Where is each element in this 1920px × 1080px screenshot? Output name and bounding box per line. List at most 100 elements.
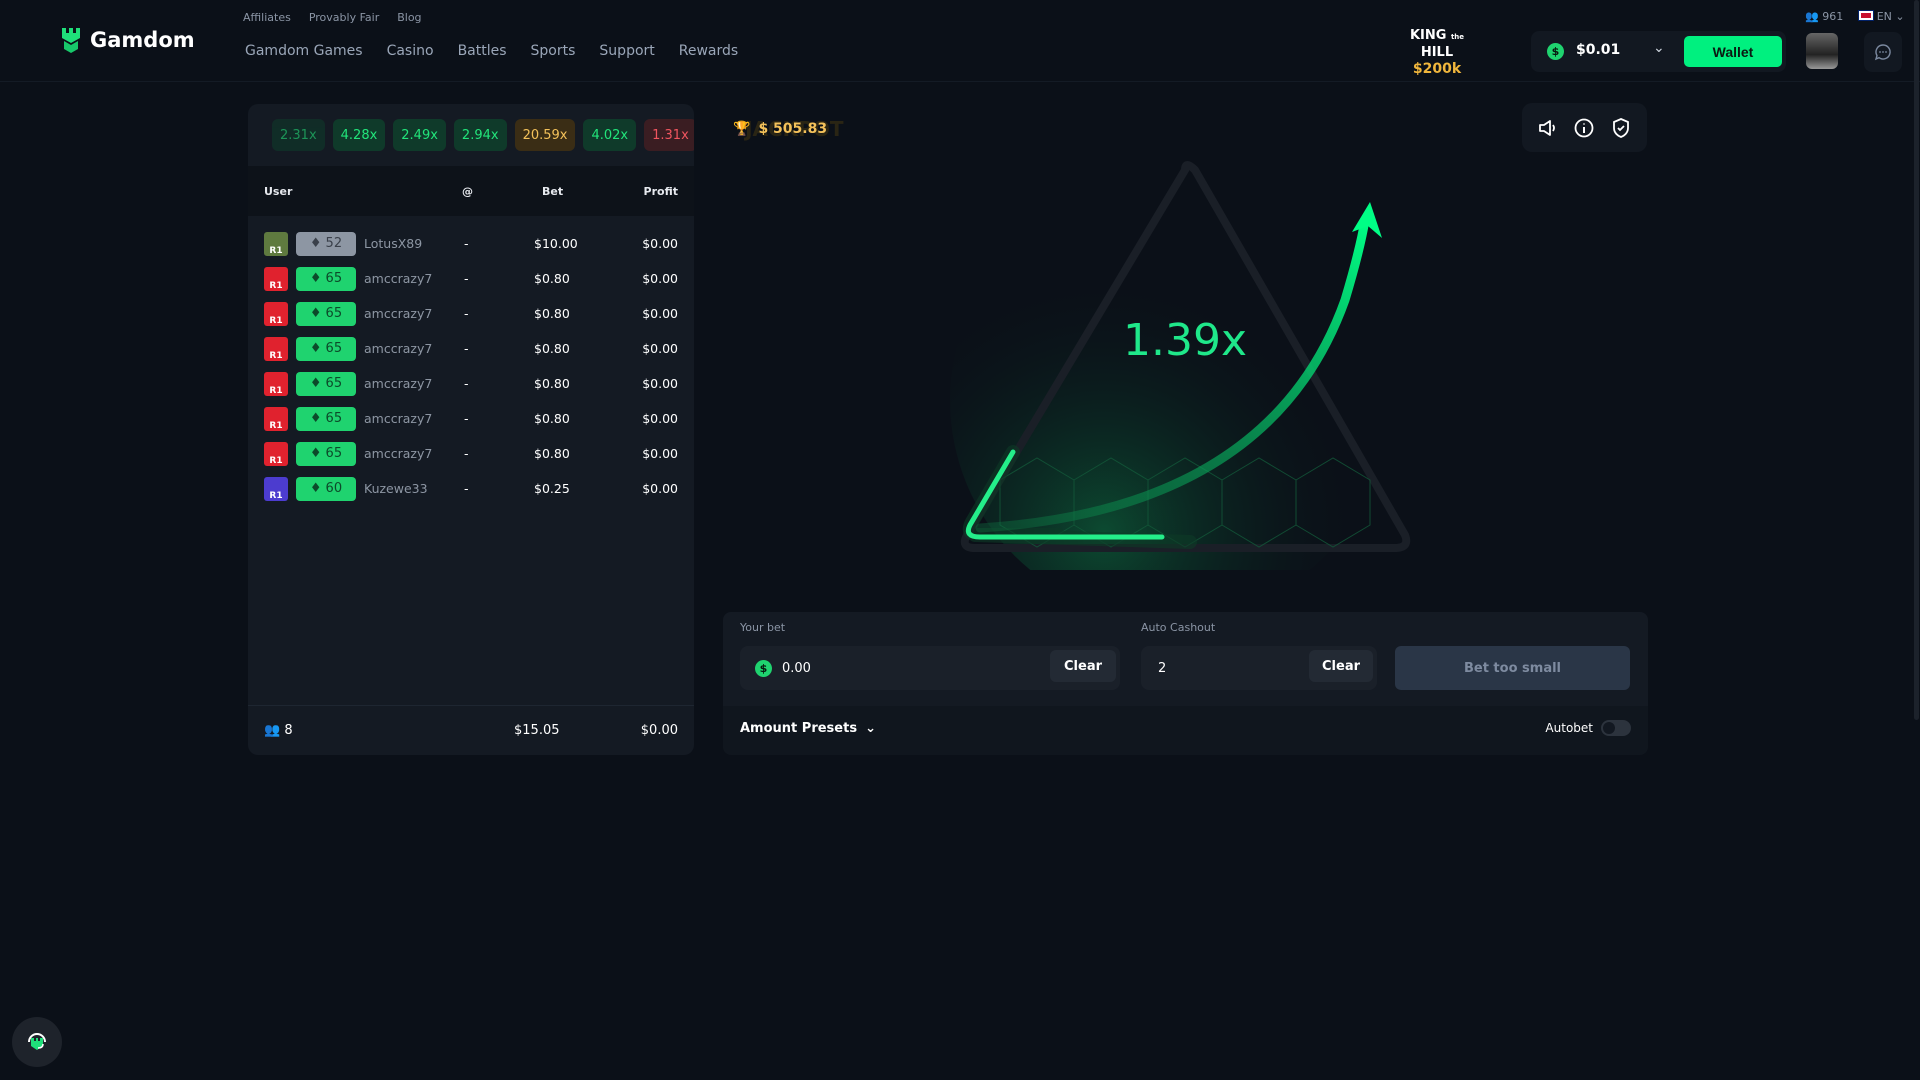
total-profit: $0.00 [640,723,678,738]
header-bet: Bet [542,184,564,198]
table-row: R1 ♦ 65 amccrazy7 - $0.80 $0.00 [248,296,694,331]
level-badge: ♦ 60 [296,476,356,501]
page-scrollbar[interactable] [1914,0,1919,720]
table-row: R1 ♦ 65 amccrazy7 - $0.80 $0.00 [248,331,694,366]
language-selector[interactable]: EN ⌄ [1858,10,1905,23]
level-badge: ♦ 65 [296,406,356,431]
table-row: R1 ♦ 65 amccrazy7 - $0.80 $0.00 [248,366,694,401]
profit: $0.00 [642,481,678,496]
level-value: 65 [325,376,343,391]
diamond-icon: ♦ [309,306,322,321]
clear-cashout-button[interactable]: Clear [1309,650,1373,682]
bet-amount-input[interactable]: $ 0.00 Clear [740,646,1120,690]
level-value: 65 [325,446,343,461]
support-button[interactable] [12,1017,62,1067]
amount-presets-label: Amount Presets [740,721,858,736]
username[interactable]: amccrazy7 [364,341,464,356]
online-info: 👥 961 EN ⌄ [1805,10,1905,23]
username[interactable]: amccrazy7 [364,376,464,391]
autobet: Autobet [1545,720,1631,736]
promo-the: the [1450,33,1465,41]
auto-cashout-value: 2 [1158,660,1167,676]
username[interactable]: LotusX89 [364,236,464,251]
link-blog[interactable]: Blog [397,11,421,24]
history-chips: 2.31x 4.28x 2.49x 2.94x 20.59x 4.02x 1.31x [272,119,694,151]
amount-presets-dropdown[interactable]: Amount Presets ⌄ [740,721,876,736]
diamond-icon: ♦ [309,376,322,391]
clear-bet-button[interactable]: Clear [1050,650,1116,682]
link-provably-fair[interactable]: Provably Fair [309,11,379,24]
balance-amount: $0.01 [1576,42,1621,58]
user-avatar: R1 [264,336,288,361]
your-bet-label: Your bet [740,621,786,634]
place-bet-button[interactable]: Bet too small [1395,646,1630,690]
provably-fair-shield-icon[interactable] [1610,117,1632,139]
diamond-icon: ♦ [309,341,322,356]
user-avatar[interactable] [1806,33,1838,69]
history-multiplier[interactable]: 1.31x [644,119,694,151]
sound-icon[interactable] [1537,118,1559,138]
table-footer: 👥 8 $15.05 $0.00 [248,705,694,755]
username[interactable]: amccrazy7 [364,446,464,461]
jackpot-amount: $ 505.83 [758,121,828,137]
chevron-down-icon: ⌄ [865,721,876,736]
level-badge: ♦ 65 [296,371,356,396]
profit: $0.00 [642,341,678,356]
table-row: R1 ♦ 60 Kuzewe33 - $0.25 $0.00 [248,471,694,506]
table-header: User @ Bet Profit [248,166,694,216]
level-value: 65 [325,306,343,321]
players-count-value: 8 [284,723,293,738]
history-multiplier[interactable]: 4.28x [332,119,386,151]
bet-amount: $10.00 [534,236,578,251]
header-profit: Profit [643,184,678,198]
autobet-toggle[interactable] [1601,720,1631,736]
game-tools [1522,103,1647,152]
user-avatar: R1 [264,301,288,326]
table-row: R1 ♦ 52 LotusX89 - $10.00 $0.00 [248,226,694,261]
history-multiplier[interactable]: 20.59x [514,119,576,151]
players-count: 👥 8 [264,723,514,738]
nav-gamdom-games[interactable]: Gamdom Games [245,43,363,59]
nav-support[interactable]: Support [599,43,654,59]
link-affiliates[interactable]: Affiliates [243,11,291,24]
top-links: Affiliates Provably Fair Blog [243,11,422,24]
user-avatar: R1 [264,266,288,291]
nav-sports[interactable]: Sports [531,43,576,59]
logo[interactable]: Gamdom [60,26,195,54]
bet-panel: Your bet $ 0.00 Clear Auto Cashout 2 Cle… [723,612,1648,755]
chevron-down-icon[interactable]: ⌄ [1653,40,1665,56]
username[interactable]: amccrazy7 [364,306,464,321]
bets-list: R1 ♦ 52 LotusX89 - $10.00 $0.00 R1 ♦ 65 amc… [248,216,694,506]
king-of-the-hill-promo[interactable]: KING the HILL $200k [1392,28,1482,77]
auto-cashout-label: Auto Cashout [1141,621,1216,634]
chat-icon [1874,44,1891,61]
history-multiplier[interactable]: 4.02x [583,119,637,151]
nav-battles[interactable]: Battles [458,43,507,59]
profit: $0.00 [642,306,678,321]
chat-button[interactable] [1864,32,1902,72]
auto-cashout-input[interactable]: 2 Clear [1141,646,1377,690]
info-icon[interactable] [1573,117,1595,139]
jackpot[interactable]: 🏆 $ 505.83 JACKPOT [733,117,843,141]
table-row: R1 ♦ 65 amccrazy7 - $0.80 $0.00 [248,436,694,471]
username[interactable]: amccrazy7 [364,411,464,426]
history-multiplier[interactable]: 2.49x [393,119,446,151]
diamond-icon: ♦ [309,446,322,461]
level-value: 60 [325,481,343,496]
bet-amount: $0.80 [534,376,570,391]
cashout-at: - [464,271,469,286]
history-multiplier[interactable]: 2.31x [272,119,325,151]
username[interactable]: Kuzewe33 [364,481,464,496]
cashout-at: - [464,446,469,461]
nav-casino[interactable]: Casino [387,43,434,59]
diamond-icon: ♦ [309,411,322,426]
balance-box: $ $0.01 ⌄ Wallet [1531,31,1786,72]
username[interactable]: amccrazy7 [364,271,464,286]
profit: $0.00 [642,236,678,251]
level-value: 65 [325,341,343,356]
bet-amount: $0.80 [534,341,570,356]
history-multiplier[interactable]: 2.94x [453,119,507,151]
wallet-button[interactable]: Wallet [1684,36,1782,67]
nav-rewards[interactable]: Rewards [679,43,738,59]
level-badge: ♦ 65 [296,336,356,361]
